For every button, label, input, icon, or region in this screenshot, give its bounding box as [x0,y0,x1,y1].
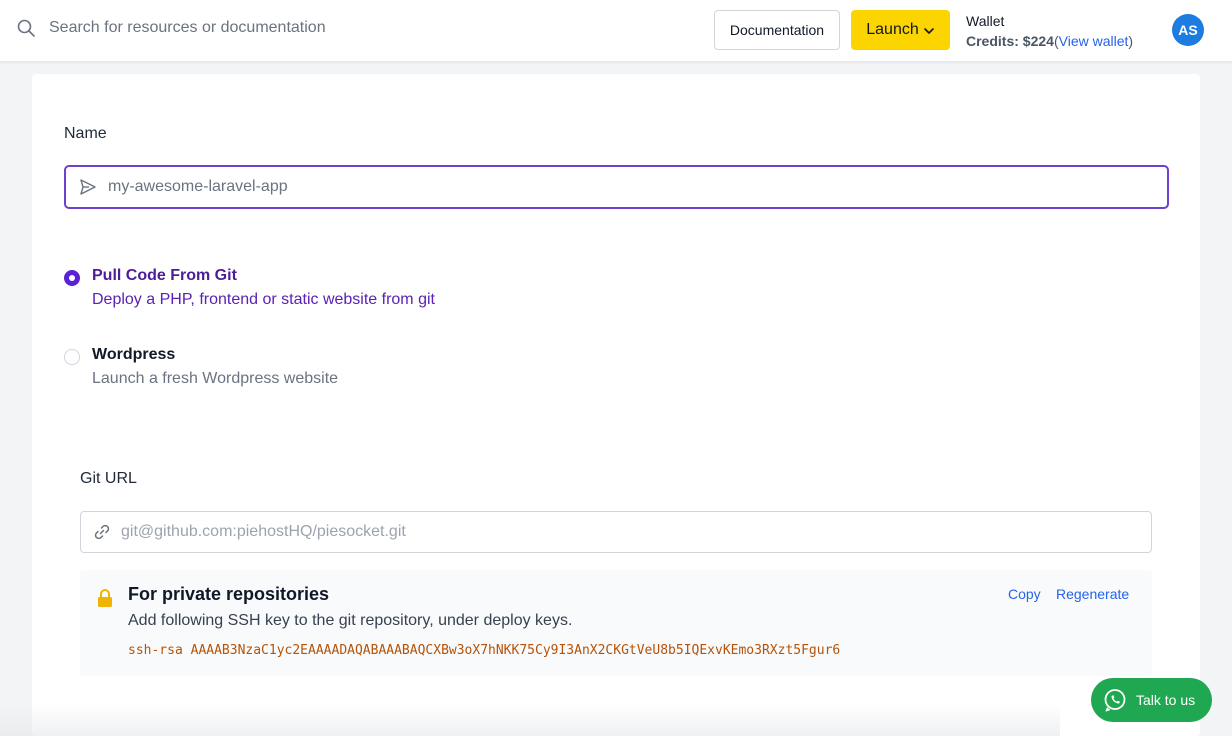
wallet-summary: Wallet Credits: $224(View wallet) [966,11,1133,51]
launch-button-label: Launch [866,21,919,38]
send-icon [78,177,98,197]
search-icon [16,18,36,38]
talk-to-us-button[interactable]: Talk to us [1091,678,1212,722]
name-label: Name [64,125,107,142]
view-wallet-link[interactable]: View wallet [1059,33,1129,49]
option-title: Wordpress [92,346,176,363]
search-input[interactable] [49,19,549,37]
git-url-field [80,511,1152,553]
option-description: Deploy a PHP, frontend or static website… [92,291,435,308]
wallet-credits: Credits: $224(View wallet) [966,31,1133,51]
close-paren: ) [1128,33,1134,49]
wallet-title: Wallet [966,13,1005,29]
name-input[interactable] [108,178,1008,196]
credits-value: $224 [1022,33,1054,49]
option-text: Wordpress Launch a fresh Wordpress websi… [92,343,338,391]
documentation-button[interactable]: Documentation [714,10,840,50]
talk-to-us-label: Talk to us [1136,692,1196,708]
option-description: Launch a fresh Wordpress website [92,370,339,387]
launch-button[interactable]: Launch [851,10,950,50]
option-pull-code-from-git[interactable]: Pull Code From Git Deploy a PHP, fronten… [64,264,435,312]
lock-icon [96,588,114,608]
git-url-input[interactable] [121,523,1021,541]
ssh-key-text: ssh-rsa AAAAB3NzaC1yc2EAAAADAQABAAABAQCX… [128,643,841,658]
name-field [64,165,1169,209]
private-repo-title: For private repositories [128,584,330,604]
copy-button[interactable]: Copy [1008,586,1041,602]
regenerate-button[interactable]: Regenerate [1056,586,1129,602]
search-bar [16,18,549,38]
credits-label: Credits: [966,33,1019,49]
whatsapp-icon [1102,687,1128,713]
option-wordpress[interactable]: Wordpress Launch a fresh Wordpress websi… [64,343,338,391]
chevron-down-icon [923,24,935,36]
radio-wordpress[interactable] [64,349,80,365]
option-text: Pull Code From Git Deploy a PHP, fronten… [92,264,435,312]
link-icon [93,523,111,541]
option-title: Pull Code From Git [92,267,237,284]
create-app-card: Name Pull Code From Git Deploy a PHP, fr… [32,74,1200,736]
radio-pull-code-from-git[interactable] [64,270,80,286]
private-repo-description: Add following SSH key to the git reposit… [128,612,573,629]
git-url-label: Git URL [80,470,137,487]
user-avatar[interactable]: AS [1172,14,1204,46]
top-bar: Documentation Launch Wallet Credits: $22… [0,0,1232,62]
private-repo-box: For private repositories Add following S… [80,570,1152,676]
